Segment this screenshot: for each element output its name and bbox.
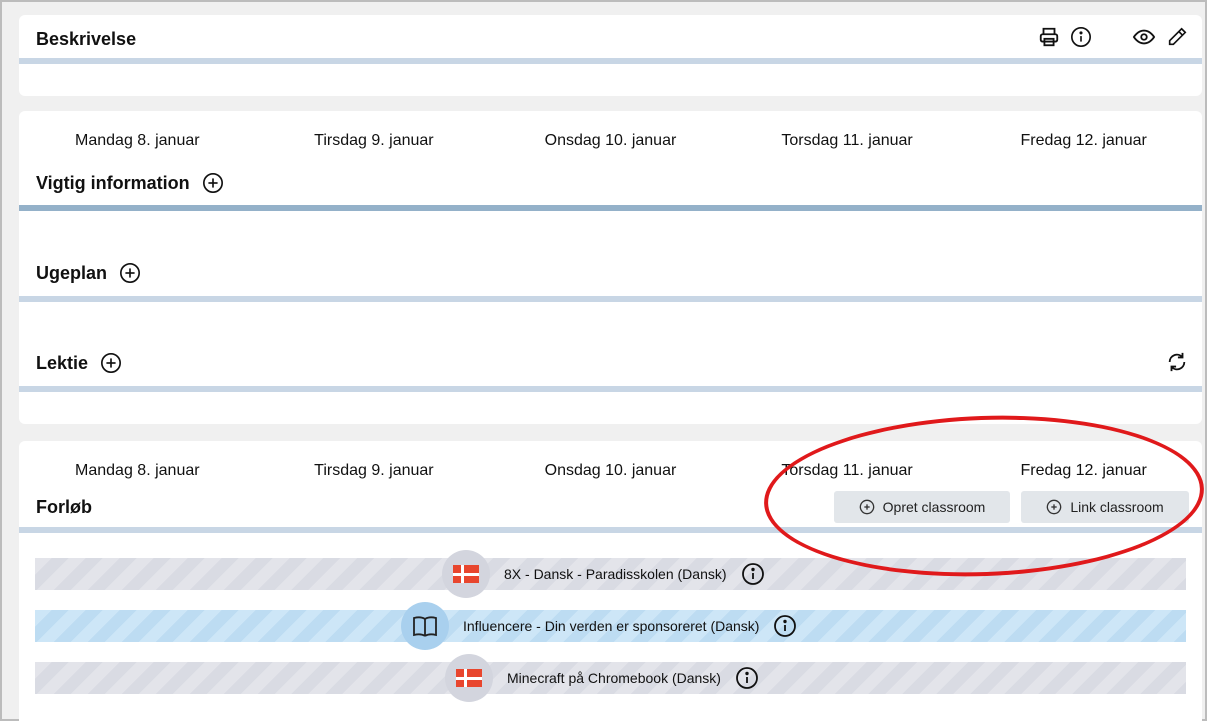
description-title: Beskrivelse bbox=[36, 29, 137, 49]
add-homework-button[interactable] bbox=[100, 352, 122, 374]
info-icon[interactable] bbox=[773, 614, 797, 638]
description-divider bbox=[19, 58, 1202, 64]
create-classroom-label: Opret classroom bbox=[882, 499, 986, 515]
course-label: Influencere - Din verden er sponsoreret … bbox=[463, 618, 760, 634]
weekday-tue: Tirsdag 9. januar bbox=[314, 462, 434, 479]
plus-circle-icon bbox=[859, 499, 874, 515]
plus-circle-icon bbox=[1046, 499, 1062, 515]
info-icon[interactable] bbox=[1068, 24, 1094, 50]
courses-title: Forløb bbox=[36, 497, 92, 517]
description-card: Beskrivelse bbox=[19, 15, 1202, 96]
weekday-tue: Tirsdag 9. januar bbox=[314, 132, 434, 149]
weekday-fri: Fredag 12. januar bbox=[1020, 462, 1147, 479]
course-row[interactable]: Influencere - Din verden er sponsoreret … bbox=[35, 602, 1186, 650]
course-row[interactable]: 8X - Dansk - Paradisskolen (Dansk) bbox=[35, 550, 1186, 598]
courses-card: Mandag 8. januar Tirsdag 9. januar Onsda… bbox=[19, 441, 1202, 721]
week-card: Mandag 8. januar Tirsdag 9. januar Onsda… bbox=[19, 111, 1202, 424]
link-classroom-label: Link classroom bbox=[1070, 499, 1164, 515]
danish-flag-icon bbox=[442, 550, 490, 598]
weekday-thu: Torsdag 11. januar bbox=[781, 462, 913, 479]
add-weekplan-button[interactable] bbox=[119, 262, 141, 284]
danish-flag-icon bbox=[445, 654, 493, 702]
important-info-title: Vigtig information bbox=[36, 172, 224, 194]
weekday-mon: Mandag 8. januar bbox=[75, 462, 200, 479]
important-info-divider bbox=[19, 205, 1202, 211]
book-icon bbox=[401, 602, 449, 650]
weekday-header: Mandag 8. januar Tirsdag 9. januar Onsda… bbox=[19, 132, 1202, 150]
course-row[interactable]: Minecraft på Chromebook (Dansk) bbox=[35, 654, 1186, 702]
course-label: Minecraft på Chromebook (Dansk) bbox=[507, 670, 721, 686]
weekday-wed: Onsdag 10. januar bbox=[544, 132, 677, 149]
link-classroom-button[interactable]: Link classroom bbox=[1021, 491, 1189, 523]
weekplan-divider bbox=[19, 296, 1202, 302]
pencil-icon[interactable] bbox=[1164, 24, 1190, 50]
sync-icon[interactable] bbox=[1164, 349, 1190, 375]
create-classroom-button[interactable]: Opret classroom bbox=[834, 491, 1010, 523]
info-icon[interactable] bbox=[741, 562, 765, 586]
weekday-mon: Mandag 8. januar bbox=[75, 132, 200, 149]
info-icon[interactable] bbox=[735, 666, 759, 690]
weekday-thu: Torsdag 11. januar bbox=[781, 132, 913, 149]
homework-title: Lektie bbox=[36, 352, 122, 374]
eye-icon[interactable] bbox=[1131, 24, 1157, 50]
homework-divider bbox=[19, 386, 1202, 392]
weekday-fri: Fredag 12. januar bbox=[1020, 132, 1147, 149]
course-label: 8X - Dansk - Paradisskolen (Dansk) bbox=[504, 566, 727, 582]
weekday-wed: Onsdag 10. januar bbox=[544, 462, 677, 479]
courses-weekday-header: Mandag 8. januar Tirsdag 9. januar Onsda… bbox=[19, 462, 1202, 480]
print-icon[interactable] bbox=[1036, 24, 1062, 50]
courses-divider bbox=[19, 527, 1202, 533]
add-important-info-button[interactable] bbox=[202, 172, 224, 194]
weekplan-title: Ugeplan bbox=[36, 262, 141, 284]
